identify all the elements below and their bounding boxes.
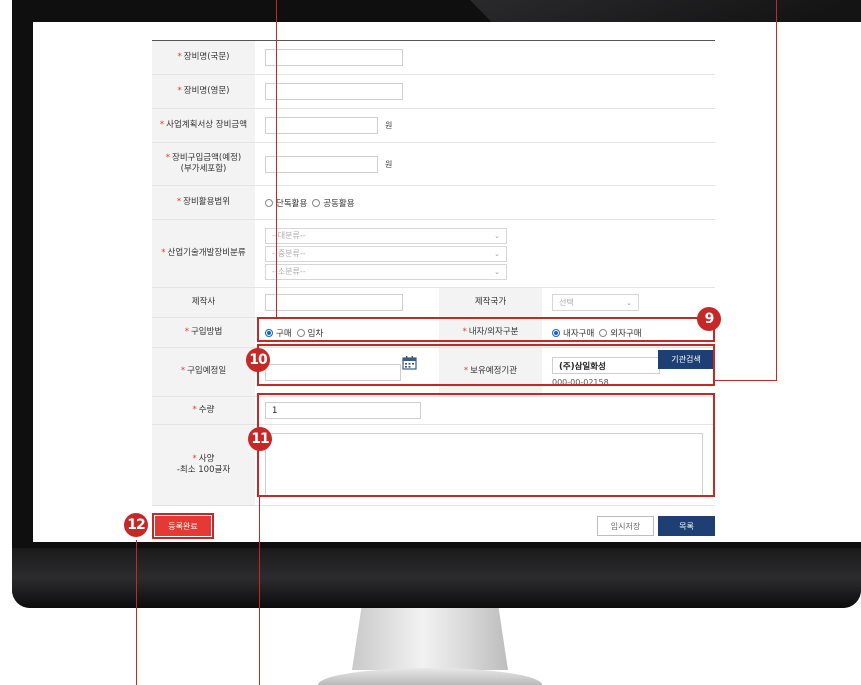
plan-amount-unit: 원 (385, 121, 393, 130)
label-usage-scope: * 장비활용범위 (152, 186, 255, 219)
list-button[interactable]: 목록 (658, 516, 715, 536)
name-en-input[interactable] (265, 83, 403, 100)
radio-shared-use[interactable]: 공동활용 (312, 197, 355, 209)
select-maker-country[interactable]: 선택 ⌄ (552, 294, 639, 311)
name-kr-input[interactable] (265, 49, 403, 66)
purchase-amount-input[interactable] (265, 155, 378, 173)
row-classification: * 산업기술개발장비분류 --대분류-- ⌄ --중분류-- ⌄ --소분류-- ⌄ (152, 220, 715, 288)
label-acquire-method: * 구입방법 (152, 318, 255, 347)
label-purchase-date: * 구입예정일 (152, 348, 255, 396)
label-name-kr: * 장비명(국문) (152, 41, 255, 74)
label-maker-country: 제작국가 (439, 288, 542, 317)
row-usage-scope: * 장비활용범위 단독활용 공동활용 (152, 186, 715, 220)
row-purchase-amount: * 장비구입금액(예정) (부가세포함) 원 (152, 143, 715, 186)
monitor-stand-base (318, 668, 542, 685)
label-plan-amount: * 사업계획서상 장비금액 (152, 109, 255, 142)
callout-leader-line (136, 540, 137, 685)
maker-input[interactable] (265, 294, 403, 311)
callout-badge-12: 12 (124, 513, 148, 537)
label-maker: 제작사 (152, 288, 255, 317)
highlight-box-12 (152, 513, 214, 539)
label-name-en: * 장비명(영문) (152, 75, 255, 108)
callout-badge-11: 11 (248, 427, 272, 451)
radio-single-use[interactable]: 단독활용 (265, 197, 307, 209)
chevron-down-icon: ⌄ (494, 249, 500, 258)
label-purchase-amount: * 장비구입금액(예정) (부가세포함) (152, 143, 255, 185)
monitor-chin (12, 548, 861, 608)
label-spec: * 사양 -최소 100글자 (152, 425, 255, 505)
monitor-stand (352, 608, 508, 670)
radio-circle-icon (312, 198, 321, 207)
callout-badge-9: 9 (697, 307, 721, 331)
callout-leader-line (776, 0, 777, 381)
temp-save-button[interactable]: 임시저장 (597, 516, 654, 536)
callout-leader-line (276, 0, 277, 318)
chevron-down-icon: ⌄ (494, 267, 500, 276)
row-plan-amount: * 사업계획서상 장비금액 원 (152, 109, 715, 143)
callout-leader-line (714, 380, 777, 381)
select-middle-category[interactable]: --중분류-- ⌄ (265, 245, 507, 262)
row-name-kr: * 장비명(국문) (152, 41, 715, 75)
callout-leader-line (259, 497, 260, 685)
label-quantity: * 수량 (152, 397, 255, 424)
row-name-en: * 장비명(영문) (152, 75, 715, 109)
highlight-box-9 (257, 317, 715, 342)
purchase-amount-unit: 원 (385, 159, 393, 169)
highlight-box-11 (257, 393, 715, 497)
callout-badge-10: 10 (246, 348, 270, 372)
select-minor-category[interactable]: --소분류-- ⌄ (265, 263, 507, 280)
plan-amount-input[interactable] (265, 117, 378, 134)
chevron-down-icon: ⌄ (494, 231, 500, 240)
highlight-box-10 (257, 344, 715, 386)
row-maker: 제작사 제작국가 선택 ⌄ (152, 288, 715, 318)
chevron-down-icon: ⌄ (626, 298, 632, 307)
label-classification: * 산업기술개발장비분류 (152, 220, 255, 287)
radio-circle-icon (265, 198, 273, 207)
select-major-category[interactable]: --대분류-- ⌄ (265, 227, 507, 244)
